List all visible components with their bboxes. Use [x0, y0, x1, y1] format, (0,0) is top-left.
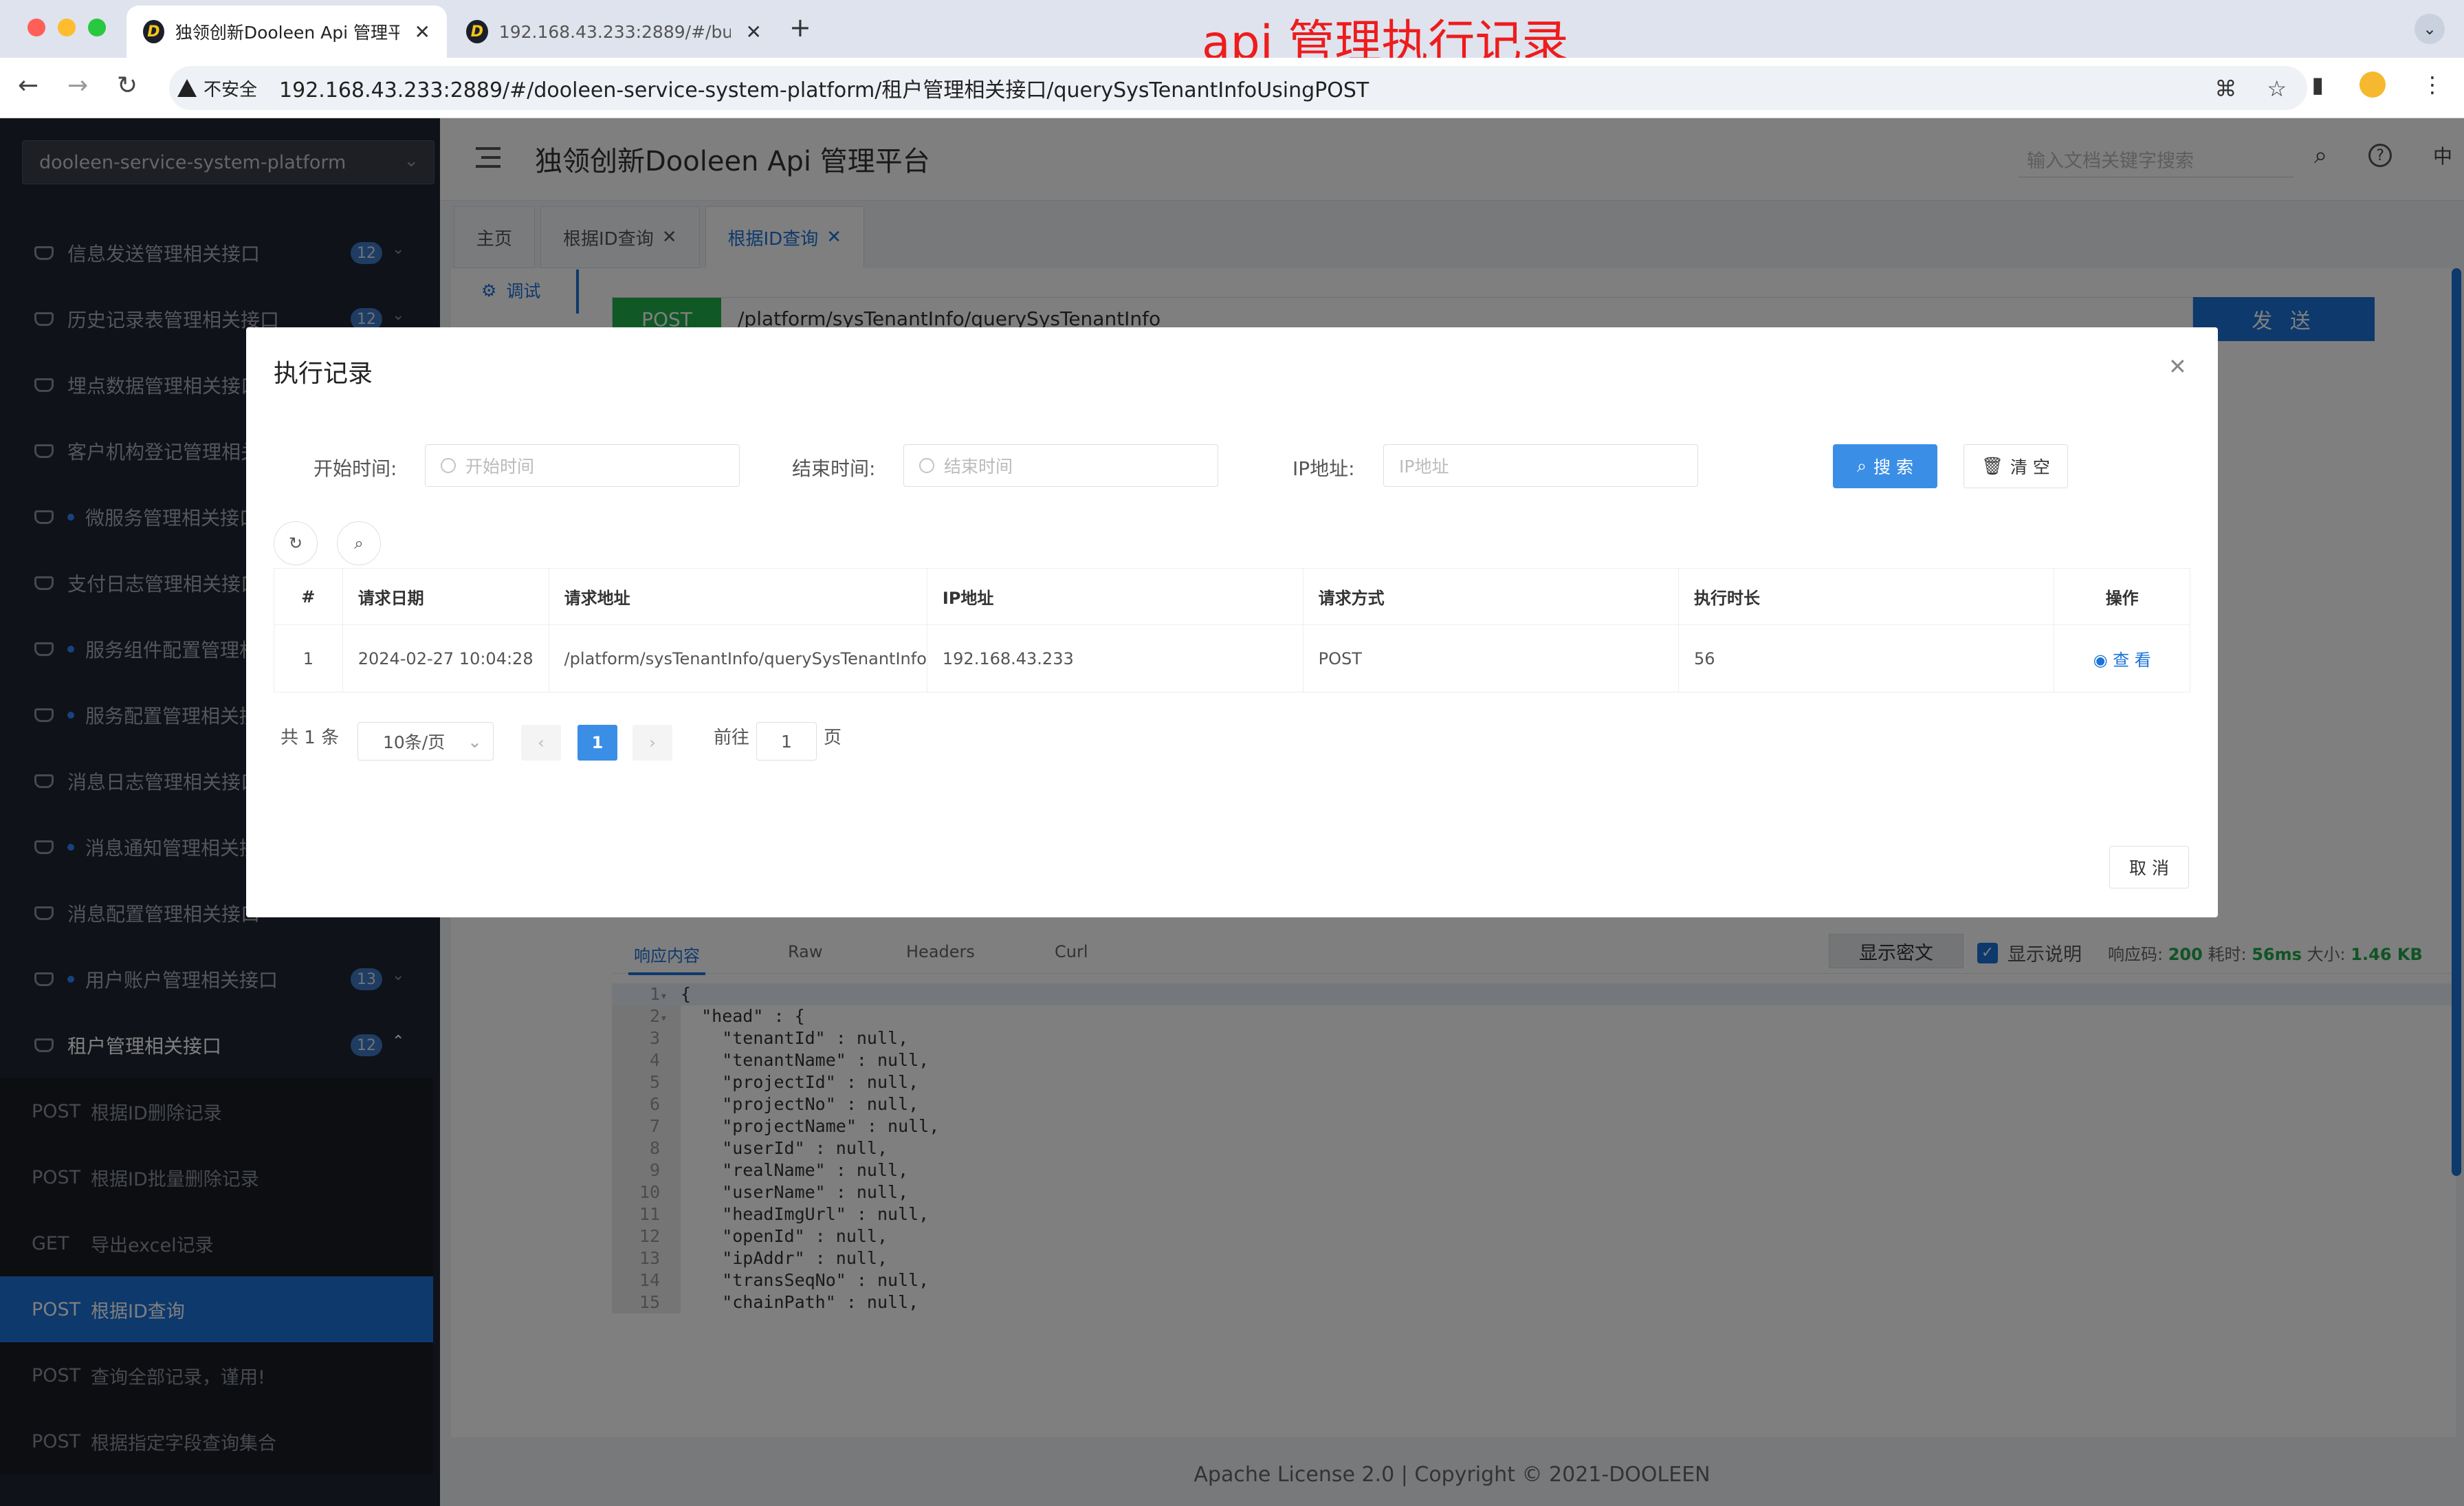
bookmark-star-icon[interactable]: ☆	[2267, 76, 2287, 102]
col-index: #	[274, 568, 343, 625]
execution-records-dialog: 执行记录 ✕ 开始时间: 开始时间 结束时间: 结束时间 IP地址: IP地址 …	[246, 327, 2218, 917]
close-tab-icon[interactable]: ✕	[746, 21, 762, 43]
url-text[interactable]: 192.168.43.233:2889/#/dooleen-service-sy…	[279, 73, 1369, 103]
cell-index: 1	[274, 624, 343, 692]
cell-duration: 56	[1678, 624, 2055, 692]
end-time-label: 结束时间:	[792, 457, 876, 480]
search-button[interactable]: ⌕ 搜 索	[1833, 444, 1937, 488]
start-time-placeholder: 开始时间	[465, 457, 535, 477]
ip-address-placeholder: IP地址	[1399, 457, 1449, 477]
records-table: # 请求日期 请求地址 IP地址 请求方式 执行时长 操作 1 2024-02-…	[274, 568, 2190, 692]
ip-address-input[interactable]: IP地址	[1383, 444, 1698, 487]
chevron-down-icon: ⌄	[468, 731, 482, 752]
page-size-value: 10条/页	[383, 732, 446, 752]
dialog-title: 执行记录	[274, 360, 373, 388]
dooleen-favicon-icon: D	[143, 20, 164, 43]
view-record-label: 查 看	[2113, 651, 2151, 670]
new-tab-icon[interactable]: +	[789, 12, 811, 43]
goto-label: 前往	[714, 728, 750, 748]
side-panel-icon[interactable]: ▮	[2311, 72, 2324, 98]
refresh-icon[interactable]: ↻	[274, 521, 318, 565]
goto-page-input[interactable]: 1	[756, 722, 817, 761]
search-button-label: 搜 索	[1873, 457, 1913, 477]
cell-request-date: 2024-02-27 10:04:28	[342, 624, 549, 692]
end-time-placeholder: 结束时间	[944, 457, 1013, 477]
clear-button[interactable]: 🗑 清 空	[1964, 444, 2068, 488]
col-request-method: 请求方式	[1302, 568, 1680, 625]
close-icon[interactable]: ✕	[2168, 353, 2187, 380]
search-icon[interactable]: ⌕	[337, 521, 381, 565]
col-ip-address: IP地址	[926, 568, 1304, 625]
browser-tab[interactable]: D 192.168.43.233:2889/#/build ✕	[450, 6, 778, 58]
address-bar: ← → ↻ 不安全 192.168.43.233:2889/#/dooleen-…	[0, 58, 2464, 118]
col-duration: 执行时长	[1678, 568, 2055, 625]
col-request-date: 请求日期	[342, 568, 549, 625]
clock-icon	[919, 458, 934, 473]
forward-arrow-icon[interactable]: →	[67, 72, 88, 100]
reload-icon[interactable]: ↻	[117, 72, 138, 100]
browser-menu-icon[interactable]: ⋮	[2421, 72, 2443, 98]
security-indicator[interactable]: 不安全	[177, 76, 257, 101]
cell-actions: ◉ 查 看	[2054, 624, 2190, 692]
warning-icon	[177, 79, 197, 97]
window-minimize-button[interactable]	[58, 19, 76, 36]
browser-tab-bar: D 独领创新Dooleen Api 管理平台 ✕ D 192.168.43.23…	[0, 0, 2464, 70]
page-size-select[interactable]: 10条/页 ⌄	[358, 722, 494, 761]
search-icon: ⌕	[1857, 456, 1867, 476]
cell-ip-address: 192.168.43.233	[926, 624, 1304, 692]
cell-request-method: POST	[1302, 624, 1680, 692]
table-header-row: # 请求日期 请求地址 IP地址 请求方式 执行时长 操作	[274, 568, 2190, 625]
tab-search-icon[interactable]: ⌄	[2414, 14, 2445, 44]
close-tab-icon[interactable]: ✕	[415, 21, 430, 43]
trash-icon: 🗑	[1981, 456, 2003, 476]
table-row: 1 2024-02-27 10:04:28 /platform/sysTenan…	[274, 624, 2190, 692]
ip-address-label: IP地址:	[1292, 457, 1355, 480]
eye-icon: ◉	[2093, 651, 2108, 670]
pagination-total: 共 1 条	[280, 728, 340, 748]
start-time-input[interactable]: 开始时间	[425, 444, 740, 487]
insecure-label: 不安全	[204, 79, 258, 100]
next-page-icon[interactable]: ›	[632, 725, 672, 761]
page-number-current[interactable]: 1	[578, 725, 617, 761]
prev-page-icon[interactable]: ‹	[521, 725, 561, 761]
cell-request-url: /platform/sysTenantInfo/querySysTenantIn…	[548, 624, 927, 692]
col-request-url: 请求地址	[548, 568, 927, 625]
clear-button-label: 清 空	[2010, 457, 2050, 477]
start-time-label: 开始时间:	[314, 457, 397, 480]
col-actions: 操作	[2054, 568, 2190, 625]
dooleen-favicon-icon: D	[466, 20, 488, 43]
cancel-button[interactable]: 取 消	[2109, 846, 2189, 888]
end-time-input[interactable]: 结束时间	[903, 444, 1218, 487]
browser-tab-title: 独领创新Dooleen Api 管理平台	[175, 23, 399, 43]
window-zoom-button[interactable]	[88, 19, 106, 36]
translate-icon[interactable]: ⌘	[2214, 76, 2236, 102]
url-omnibox[interactable]: 不安全 192.168.43.233:2889/#/dooleen-servic…	[169, 66, 2307, 110]
goto-unit-label: 页	[824, 728, 842, 748]
clock-icon	[441, 458, 456, 473]
view-record-link[interactable]: ◉ 查 看	[2093, 651, 2151, 670]
window-close-button[interactable]	[28, 19, 45, 36]
back-arrow-icon[interactable]: ←	[18, 72, 38, 100]
browser-tab-title: 192.168.43.233:2889/#/build	[498, 21, 731, 42]
extension-icon[interactable]	[2360, 72, 2386, 98]
browser-tab-active[interactable]: D 独领创新Dooleen Api 管理平台 ✕	[126, 6, 447, 58]
